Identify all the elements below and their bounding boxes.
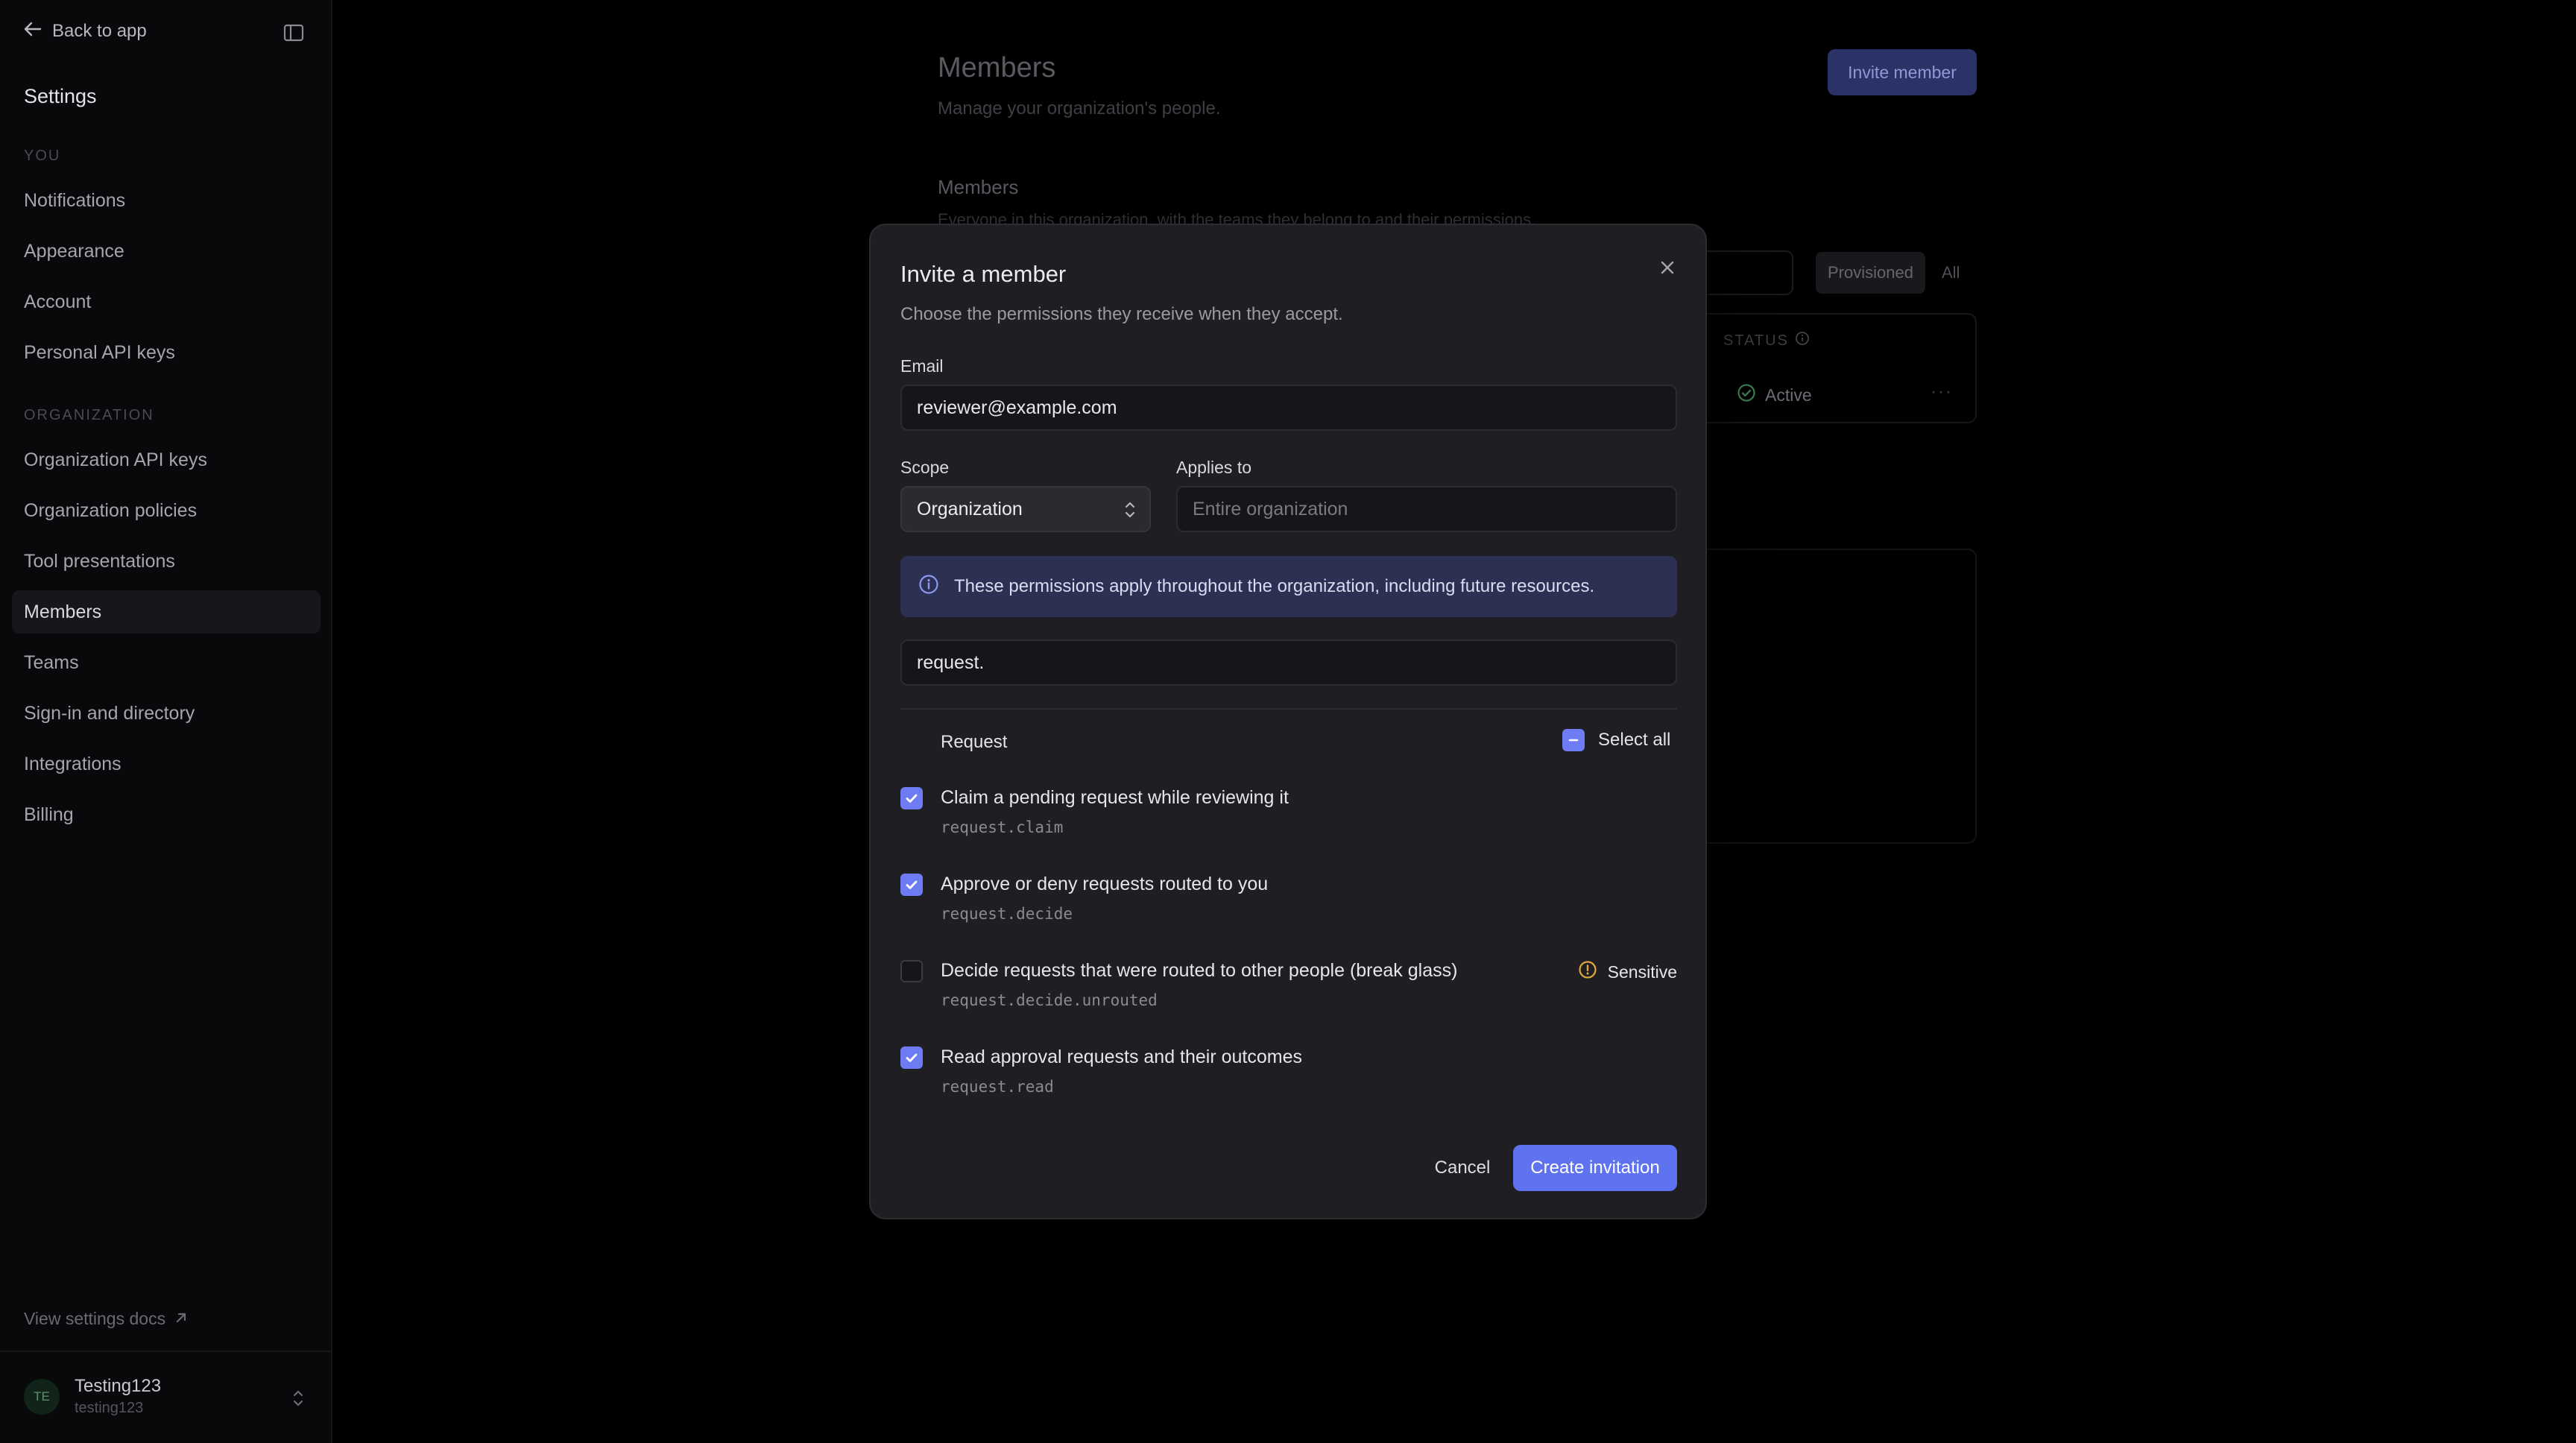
- applies-to-field[interactable]: Entire organization: [1176, 486, 1677, 532]
- back-to-app-link[interactable]: Back to app: [24, 21, 147, 42]
- permission-checkbox[interactable]: [900, 787, 923, 809]
- permission-item: Read approval requests and their outcome…: [900, 1046, 1677, 1114]
- permission-code: request.decide.unrouted: [941, 991, 1158, 1009]
- permission-title: Claim a pending request while reviewing …: [941, 787, 1289, 808]
- permission-code: request.decide: [941, 905, 1073, 923]
- sidebar-item-organization-policies[interactable]: Organization policies: [12, 489, 321, 532]
- permission-filter-input[interactable]: request.: [900, 640, 1677, 686]
- sensitive-badge: Sensitive: [1578, 960, 1677, 984]
- warning-icon: [1578, 960, 1597, 984]
- permission-item: Decide requests that were routed to othe…: [900, 960, 1677, 1027]
- permission-title: Read approval requests and their outcome…: [941, 1046, 1303, 1067]
- chevron-up-down-icon[interactable]: [291, 1388, 306, 1412]
- status-header-label: STATUS: [1723, 332, 1789, 349]
- sidebar-item-teams[interactable]: Teams: [12, 641, 321, 684]
- scope-select[interactable]: Organization: [900, 486, 1151, 532]
- dialog-title: Invite a member: [900, 261, 1067, 287]
- sidebar-item-appearance[interactable]: Appearance: [12, 230, 321, 273]
- info-icon: [918, 574, 939, 600]
- members-search-input[interactable]: [1696, 250, 1793, 295]
- external-link-icon: [174, 1309, 188, 1329]
- sidebar-item-members[interactable]: Members: [12, 590, 321, 634]
- permission-title: Decide requests that were routed to othe…: [941, 960, 1458, 981]
- settings-sidebar: Back to app Settings YOU Notifications A…: [0, 0, 332, 1443]
- applies-to-label: Applies to: [1176, 458, 1252, 477]
- scope-label: Scope: [900, 458, 950, 477]
- sidebar-title: Settings: [24, 85, 97, 107]
- cancel-button[interactable]: Cancel: [1415, 1145, 1510, 1191]
- background-card: [1696, 549, 1977, 844]
- sidebar-item-integrations[interactable]: Integrations: [12, 742, 321, 786]
- members-section-title: Members: [938, 176, 1019, 198]
- settings-docs-link[interactable]: View settings docs: [24, 1309, 188, 1329]
- sidebar-item-notifications[interactable]: Notifications: [12, 179, 321, 222]
- invite-member-dialog: Invite a member Choose the permissions t…: [869, 224, 1707, 1219]
- divider: [900, 708, 1677, 710]
- permission-title: Approve or deny requests routed to you: [941, 874, 1269, 894]
- invite-member-button[interactable]: Invite member: [1828, 49, 1977, 95]
- status-value: Active: [1765, 385, 1812, 405]
- info-icon: [1795, 331, 1810, 350]
- sidebar-toggle-icon[interactable]: [283, 24, 304, 42]
- close-icon[interactable]: [1656, 256, 1679, 279]
- status-badge: Active: [1737, 383, 1812, 407]
- sidebar-item-account[interactable]: Account: [12, 280, 321, 323]
- user-handle: testing123: [75, 1400, 144, 1416]
- select-all-checkbox[interactable]: Select all: [1562, 729, 1670, 751]
- sensitive-label: Sensitive: [1607, 962, 1677, 982]
- permission-checkbox[interactable]: [900, 960, 923, 982]
- row-actions-menu[interactable]: ···: [1931, 382, 1953, 402]
- user-name[interactable]: Testing123: [75, 1376, 161, 1397]
- indeterminate-checkbox-icon: [1562, 729, 1585, 751]
- scope-info-callout: These permissions apply throughout the o…: [900, 556, 1677, 617]
- permission-code: request.claim: [941, 818, 1064, 836]
- permission-checkbox[interactable]: [900, 1046, 923, 1069]
- sidebar-item-sign-in-and-directory[interactable]: Sign-in and directory: [12, 692, 321, 735]
- check-circle-icon: [1737, 383, 1756, 407]
- sidebar-item-tool-presentations[interactable]: Tool presentations: [12, 540, 321, 583]
- sidebar-item-personal-api-keys[interactable]: Personal API keys: [12, 331, 321, 374]
- dialog-subtitle: Choose the permissions they receive when…: [900, 304, 1343, 324]
- section-you: YOU: [24, 148, 61, 164]
- scope-value: Organization: [917, 498, 1023, 520]
- sidebar-item-organization-api-keys[interactable]: Organization API keys: [12, 438, 321, 481]
- permission-item: Claim a pending request while reviewing …: [900, 787, 1677, 854]
- chevron-up-down-icon: [1123, 499, 1137, 525]
- filter-provisioned[interactable]: Provisioned: [1816, 252, 1925, 294]
- section-organization: ORGANIZATION: [24, 407, 154, 423]
- avatar[interactable]: TE: [24, 1379, 60, 1415]
- page-title: Members: [938, 52, 1056, 83]
- permission-code: request.read: [941, 1078, 1054, 1096]
- create-invitation-button[interactable]: Create invitation: [1513, 1145, 1677, 1191]
- permission-group-label: Request: [941, 732, 1008, 752]
- info-text: These permissions apply throughout the o…: [954, 576, 1595, 596]
- permission-checkbox[interactable]: [900, 874, 923, 896]
- select-all-label: Select all: [1598, 730, 1671, 750]
- email-field[interactable]: reviewer@example.com: [900, 385, 1677, 431]
- permission-item: Approve or deny requests routed to you r…: [900, 874, 1677, 941]
- user-divider: [0, 1351, 332, 1352]
- page-subtitle: Manage your organization's people.: [938, 98, 1221, 119]
- docs-link-label: View settings docs: [24, 1309, 166, 1328]
- back-label: Back to app: [52, 21, 147, 41]
- email-label: Email: [900, 356, 944, 376]
- member-filter-segment: Provisioned All: [1816, 252, 1972, 294]
- filter-all[interactable]: All: [1930, 252, 1972, 294]
- sidebar-item-billing[interactable]: Billing: [12, 793, 321, 836]
- status-column-header: STATUS: [1723, 331, 1810, 350]
- arrow-left-icon: [24, 21, 42, 42]
